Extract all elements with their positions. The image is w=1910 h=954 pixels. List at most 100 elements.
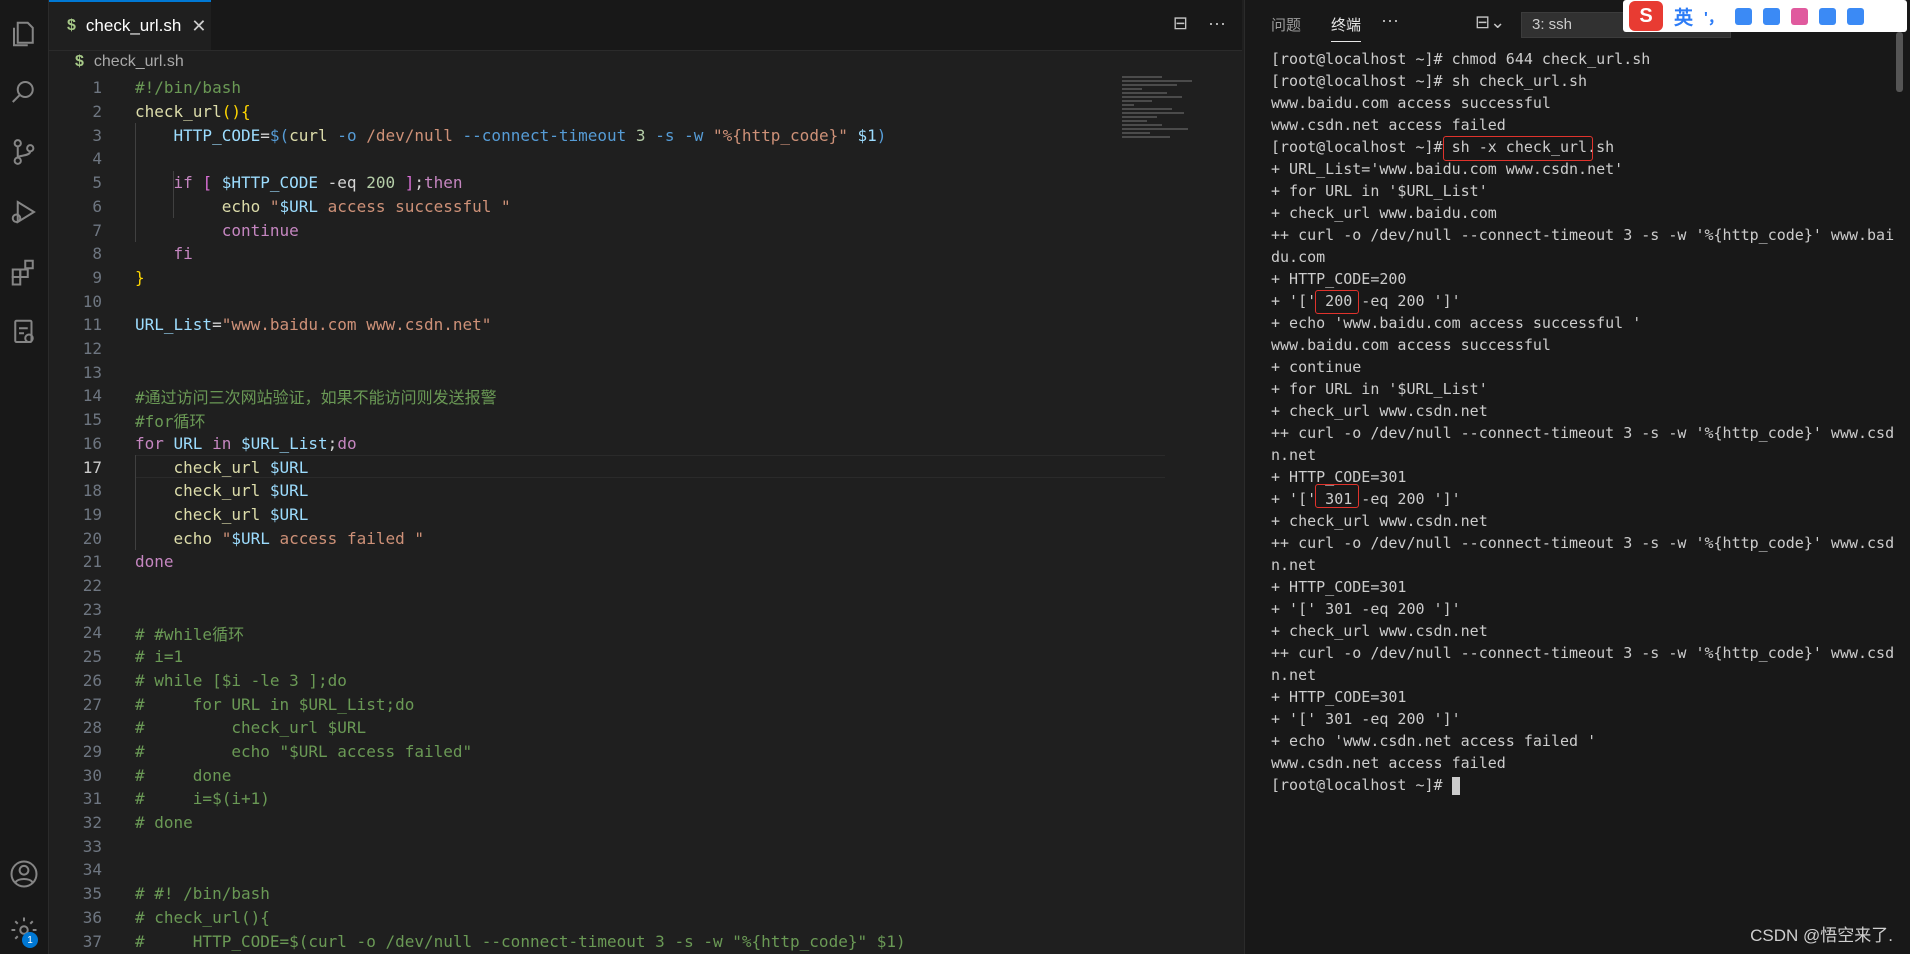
code-text: # check_url $URL [135,718,366,737]
code-line[interactable]: 4 [49,147,1114,171]
code-line[interactable]: 11 URL_List="www.baidu.com www.csdn.net" [49,313,1114,337]
line-number: 22 [82,576,102,596]
code-line[interactable]: 32 # done [49,811,1114,835]
code-line[interactable]: 34 [49,858,1114,882]
explorer-icon[interactable] [4,14,44,54]
line-number: 7 [92,220,102,240]
terminal-line: + check_url www.csdn.net [1271,622,1488,640]
grid-icon[interactable] [1846,7,1864,25]
code-token: access failed " [269,528,425,548]
code-line[interactable]: 18 check_url $URL [49,479,1114,503]
tab-terminal[interactable]: 终端 [1331,14,1362,42]
code-line[interactable]: 24 # #while循环 [49,621,1114,645]
code-line[interactable]: 28 # check_url $URL [49,716,1114,740]
terminal-line: [root@localhost ~]# chmod 644 check_url.… [1271,50,1651,68]
more-actions-icon[interactable]: ··· [1208,13,1226,34]
code-line[interactable]: 29 # echo "$URL access failed" [49,740,1114,764]
code-token: ; [327,433,338,453]
code-line[interactable]: 5 if [ $HTTP_CODE -eq 200 ];then [49,171,1114,195]
code-text: # HTTP_CODE=$(curl -o /dev/null --connec… [135,932,906,951]
terminal-line: + check_url www.csdn.net [1271,512,1488,530]
remote-explorer-icon[interactable] [4,312,44,352]
terminal-line: + HTTP_CODE=200 [1271,270,1407,288]
code-token: $URL [279,196,319,216]
code-line[interactable]: 26 # while [$i -le 3 ];do [49,669,1114,693]
run-debug-icon[interactable] [4,192,44,232]
split-editor-icon[interactable]: ⊟ [1173,13,1188,34]
code-line[interactable]: 22 [49,574,1114,598]
code-token: curl [289,125,328,145]
code-line[interactable]: 6 echo "$URL access successful " [49,195,1114,219]
mic-icon[interactable] [1734,7,1752,25]
code-line[interactable]: 7 continue [49,218,1114,242]
ime-punct[interactable]: '， [1704,4,1724,28]
code-line[interactable]: 10 [49,289,1114,313]
ime-toolbar[interactable]: S 英 '， [1623,0,1907,32]
account-icon[interactable] [4,854,44,894]
source-control-icon[interactable] [4,132,44,172]
code-line[interactable]: 31 # i=$(i+1) [49,787,1114,811]
line-number: 37 [82,931,102,951]
code-line[interactable]: 15 #for循环 [49,408,1114,432]
code-line[interactable]: 30 # done [49,763,1114,787]
terminal-line: www.baidu.com access successful [1271,336,1551,354]
code-line[interactable]: 35 # #! /bin/bash [49,882,1114,906]
code-token: /dev/null [366,125,463,145]
code-token: ] [395,173,415,193]
minimap[interactable] [1122,74,1202,184]
code-line[interactable]: 20 echo "$URL access failed " [49,526,1114,550]
code-line[interactable]: 1 #!/bin/bash [49,76,1114,100]
code-text: done [135,552,174,571]
code-line[interactable]: 2 check_url(){ [49,100,1114,124]
code-token: check_url [135,102,222,122]
terminal-line: www.csdn.net access failed [1271,116,1506,134]
code-line[interactable]: 27 # for URL in $URL_List;do [49,692,1114,716]
code-token: # done [135,765,232,785]
close-icon[interactable]: ✕ [191,16,206,37]
code-line[interactable]: 8 fi [49,242,1114,266]
more-icon[interactable]: ··· [1381,10,1399,31]
code-line[interactable]: 13 [49,360,1114,384]
line-number: 20 [82,528,102,548]
terminal-line: ++ curl -o /dev/null --connect-timeout 3… [1271,226,1895,244]
code-line[interactable]: 25 # i=1 [49,645,1114,669]
ime-lang[interactable]: 英 [1674,3,1693,30]
code-token: $URL [269,504,309,524]
keyboard-icon[interactable] [1762,7,1780,25]
code-text: # done [135,813,193,832]
code-token: [ [202,173,222,193]
code-token: $( [269,125,290,145]
code-line[interactable]: 21 done [49,550,1114,574]
skin-icon[interactable] [1790,7,1808,25]
code-line[interactable]: 19 check_url $URL [49,503,1114,527]
code-line[interactable]: 17 check_url $URL [49,455,1165,479]
code-line[interactable]: 16 for URL in $URL_List;do [49,432,1114,456]
code-token: #!/bin/bash [135,78,241,98]
terminal-line: [root@localhost ~]# sh check_url.sh [1271,72,1588,90]
line-number: 17 [82,457,102,477]
code-token: --connect-timeout [462,125,636,145]
settings-icon[interactable]: 1 [4,910,44,950]
code-token: URL_List [135,315,213,335]
code-token: check_url [135,481,270,501]
code-line[interactable]: 9} [49,266,1114,290]
code-line[interactable]: 23 [49,597,1114,621]
tab-problems[interactable]: 问题 [1271,14,1301,35]
line-number: 34 [82,860,102,880]
code-line[interactable]: 12 [49,337,1114,361]
code-token: # #! /bin/bash [135,884,270,904]
editor-pane: $ check_url.sh ✕ ⊟ ··· $ check_url.sh 1 #… [49,0,1242,954]
split-terminal-icon[interactable]: ⊟⌄ [1475,12,1505,33]
code-line[interactable]: 14 #通过访问三次网站验证，如果不能访问则发送报警 [49,384,1114,408]
search-icon[interactable] [4,72,44,112]
terminal-scrollbar[interactable] [1896,32,1903,92]
panel-header: 问题 终端 ··· ⊟⌄ 3: ssh S 英 '， [1245,0,1910,50]
code-line[interactable]: 33 [49,834,1114,858]
extensions-icon[interactable] [4,252,44,292]
assistant-icon[interactable] [1818,7,1836,25]
breadcrumb-file[interactable]: check_url.sh [94,53,184,71]
code-line[interactable]: 3 HTTP_CODE=$(curl -o /dev/null --connec… [49,123,1114,147]
tab-check-url[interactable]: $ check_url.sh ✕ [49,0,211,50]
code-line[interactable]: 37 # HTTP_CODE=$(curl -o /dev/null --conn… [49,929,1114,953]
code-line[interactable]: 36 # check_url(){ [49,906,1114,930]
